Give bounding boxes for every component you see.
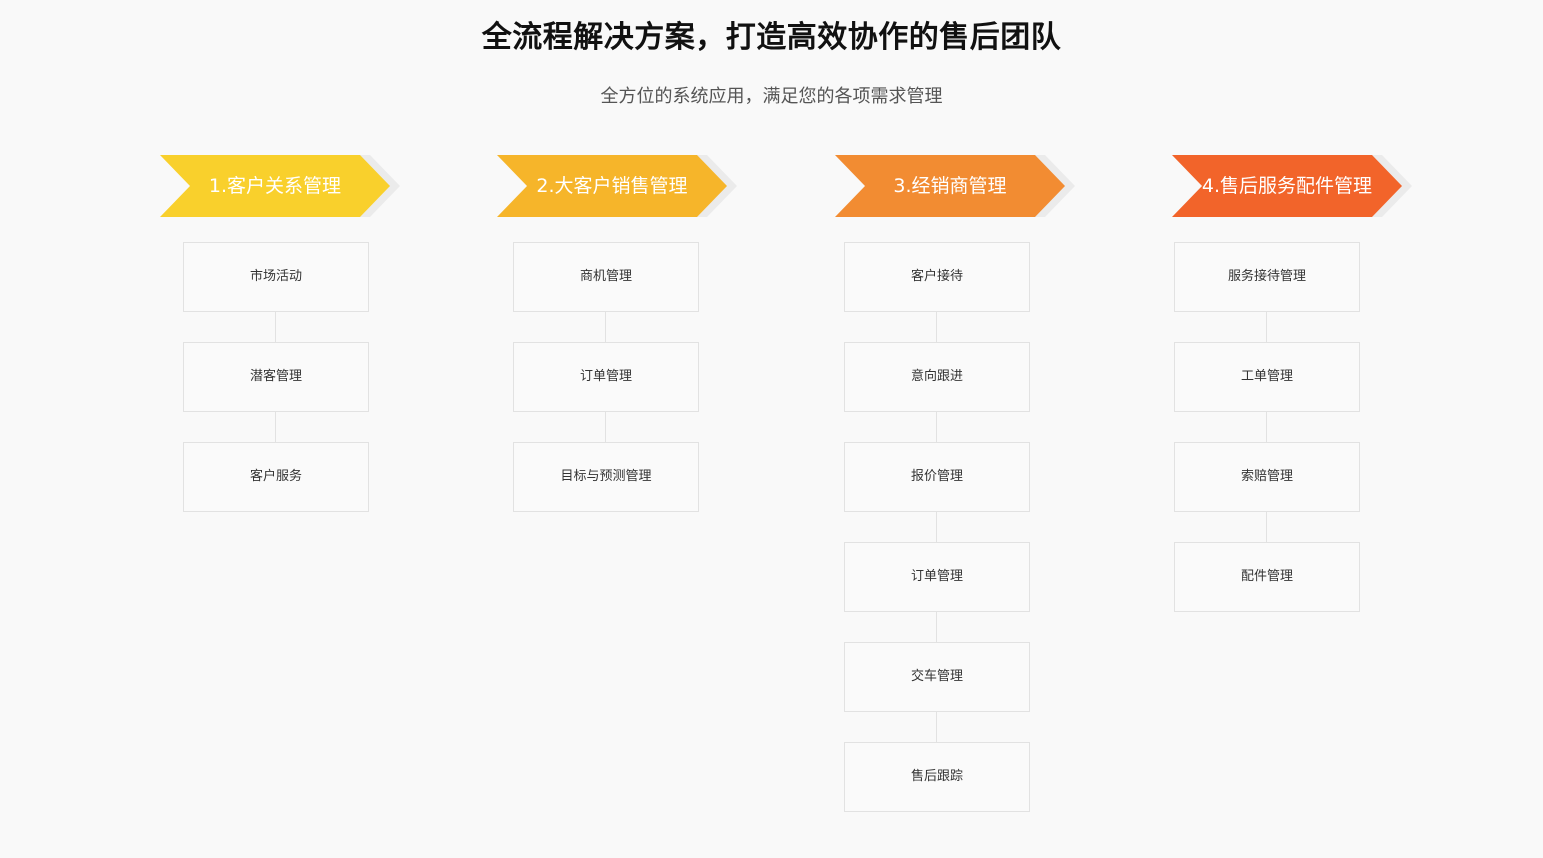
stage-label: 3.经销商管理: [893, 175, 1007, 197]
module-box[interactable]: 配件管理: [1174, 542, 1360, 612]
connector-line: [605, 312, 606, 342]
module-box[interactable]: 工单管理: [1174, 342, 1360, 412]
module-box[interactable]: 商机管理: [513, 242, 699, 312]
connector-line: [275, 312, 276, 342]
item-list: 市场活动 潜客管理 客户服务: [183, 242, 369, 512]
stage-label: 2.大客户销售管理: [536, 175, 688, 197]
module-box[interactable]: 订单管理: [844, 542, 1030, 612]
module-box[interactable]: 市场活动: [183, 242, 369, 312]
module-box[interactable]: 服务接待管理: [1174, 242, 1360, 312]
module-box[interactable]: 售后跟踪: [844, 742, 1030, 812]
stage-chevron-2: 2.大客户销售管理: [497, 155, 737, 217]
connector-line: [936, 412, 937, 442]
page-subtitle: 全方位的系统应用，满足您的各项需求管理: [600, 86, 943, 107]
stage-chevron-4: 4.售后服务配件管理: [1172, 155, 1412, 217]
connector-line: [1266, 512, 1267, 542]
stage-label: 1.客户关系管理: [208, 175, 342, 197]
module-box[interactable]: 潜客管理: [183, 342, 369, 412]
stage-label: 4.售后服务配件管理: [1201, 175, 1373, 197]
module-box[interactable]: 交车管理: [844, 642, 1030, 712]
connector-line: [1266, 412, 1267, 442]
stage-chevron-1: 1.客户关系管理: [160, 155, 400, 217]
connector-line: [605, 412, 606, 442]
connector-line: [936, 612, 937, 642]
page-title: 全流程解决方案，打造高效协作的售后团队: [481, 20, 1062, 55]
module-box[interactable]: 意向跟进: [844, 342, 1030, 412]
item-list: 客户接待 意向跟进 报价管理 订单管理 交车管理 售后跟踪: [844, 242, 1030, 812]
connector-line: [1266, 312, 1267, 342]
module-box[interactable]: 订单管理: [513, 342, 699, 412]
item-list: 服务接待管理 工单管理 索赔管理 配件管理: [1174, 242, 1360, 612]
module-box[interactable]: 目标与预测管理: [513, 442, 699, 512]
connector-line: [936, 312, 937, 342]
connector-line: [936, 712, 937, 742]
module-box[interactable]: 客户服务: [183, 442, 369, 512]
stage-chevron-3: 3.经销商管理: [835, 155, 1075, 217]
item-list: 商机管理 订单管理 目标与预测管理: [513, 242, 699, 512]
connector-line: [936, 512, 937, 542]
module-box[interactable]: 客户接待: [844, 242, 1030, 312]
connector-line: [275, 412, 276, 442]
module-box[interactable]: 索赔管理: [1174, 442, 1360, 512]
module-box[interactable]: 报价管理: [844, 442, 1030, 512]
